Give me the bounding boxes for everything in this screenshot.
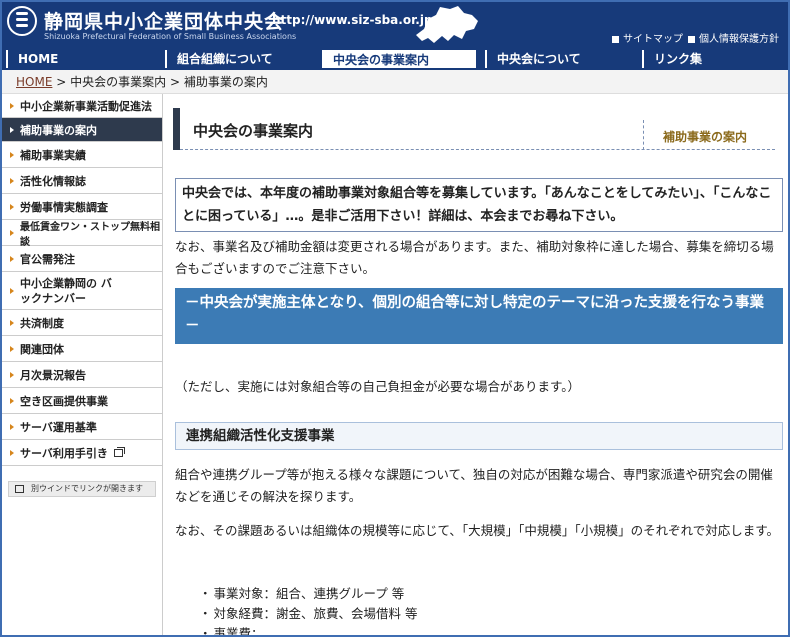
sidebar-item-label: 中小企業新事業活動促進法	[20, 99, 152, 113]
new-window-icon	[113, 446, 125, 457]
site-url: http://www.siz-sba.or.jp/	[272, 13, 437, 27]
sidebar-item-vacant-lots[interactable]: 空き区画提供事業	[2, 388, 162, 414]
recruitment-notice: 中央会では、本年度の補助事業対象組合等を募集しています。「あんなことをしてみたい…	[175, 178, 783, 232]
tab-home[interactable]: HOME	[6, 50, 156, 68]
sidebar-item-backnumber[interactable]: 中小企業静岡の バックナンバー	[2, 272, 162, 310]
sidebar-item-label: 関連団体	[20, 342, 64, 356]
browser-viewport: 静岡県中小企業団体中央会 http://www.siz-sba.or.jp/ S…	[0, 0, 790, 637]
sidebar-item-label: 中小企業静岡の バックナンバー	[20, 276, 112, 305]
tab-union-organization[interactable]: 組合組織について	[165, 50, 313, 68]
sidebar-item-label: 活性化情報誌	[20, 174, 86, 188]
sidebar-item-labor-survey[interactable]: 労働事情実態調査	[2, 194, 162, 220]
section-paragraph-2: なお、その課題あるいは組織体の規模等に応じて、「大規模」「中規模」「小規模」のそ…	[175, 523, 780, 538]
sidebar: 中小企業新事業活動促進法 補助事業の案内 補助事業実績 活性化情報誌 労働事情実…	[2, 94, 163, 635]
heading-accent-bar	[173, 108, 180, 150]
page-title: 中央会の事業案内	[193, 122, 314, 140]
self-burden-caution: （ただし、実施には対象組合等の自己負担金が必要な場合があります。）	[175, 379, 581, 394]
site-header: 静岡県中小企業団体中央会 http://www.siz-sba.or.jp/ S…	[2, 2, 788, 47]
program-banner: －中央会が実施主体となり、個別の組合等に対し特定のテーマに沿った支援を行なう事業…	[175, 288, 783, 344]
sitemap-label: サイトマップ	[623, 34, 683, 45]
sidebar-item-related-orgs[interactable]: 関連団体	[2, 336, 162, 362]
tab-business-guide[interactable]: 中央会の事業案内	[322, 50, 476, 68]
main-content: 中央会の事業案内 補助事業の案内 中央会では、本年度の補助事業対象組合等を募集し…	[163, 94, 788, 635]
sidebar-item-server-standard[interactable]: サーバ運用基準	[2, 414, 162, 440]
sidebar-item-public-procurement[interactable]: 官公需発注	[2, 246, 162, 272]
tab-about-federation[interactable]: 中央会について	[485, 50, 633, 68]
section-paragraph-1: 組合や連携グループ等が抱える様々な課題について、独自の対応が困難な場合、専門家派…	[175, 467, 773, 504]
privacy-policy-link[interactable]: 個人情報保護方針	[688, 30, 779, 45]
square-bullet-icon	[612, 35, 619, 43]
breadcrumb-current: 補助事業の案内	[183, 75, 268, 89]
sidebar-item-label: サーバ利用手引き	[20, 446, 108, 460]
global-nav: HOME 組合組織について 中央会の事業案内 中央会について リンク集	[2, 47, 788, 70]
sidebar-item-label: 官公需発注	[20, 252, 75, 266]
federation-logo-icon[interactable]	[7, 6, 37, 36]
sidebar-item-monthly-report[interactable]: 月次景況報告	[2, 362, 162, 388]
breadcrumb-home-link[interactable]: HOME	[16, 75, 52, 89]
breadcrumb-separator: >	[56, 75, 67, 89]
new-window-note-text: 別ウインドでリンクが開きます	[31, 484, 143, 493]
section-heading: 連携組織活性化支援事業	[175, 422, 783, 450]
sidebar-item-subsidy-guide[interactable]: 補助事業の案内	[2, 118, 162, 142]
sidebar-item-label: 空き区画提供事業	[20, 394, 108, 408]
list-item: 事業費：	[199, 624, 418, 635]
heading-divider	[643, 120, 644, 150]
list-item: 対象経費：謝金、旅費、会場借料 等	[199, 604, 418, 624]
list-item: 事業対象：組合、連携グループ 等	[199, 584, 418, 604]
shizuoka-map-icon	[416, 6, 478, 43]
new-window-icon	[15, 485, 24, 493]
sidebar-item-min-wage[interactable]: 最低賃金ワン・ストップ無料相談	[2, 220, 162, 248]
sidebar-item-label: 月次景況報告	[20, 368, 86, 382]
heading-underline	[180, 149, 775, 150]
privacy-policy-label: 個人情報保護方針	[699, 34, 779, 45]
sidebar-item-subsidy-results[interactable]: 補助事業実績	[2, 142, 162, 168]
tab-links[interactable]: リンク集	[642, 50, 788, 68]
sidebar-item-label: 補助事業の案内	[20, 123, 97, 137]
sidebar-item-label: 労働事情実態調査	[20, 200, 108, 214]
page-subtitle: 補助事業の案内	[663, 130, 748, 144]
sidebar-item-magazine[interactable]: 活性化情報誌	[2, 168, 162, 194]
sidebar-item-label: 共済制度	[20, 316, 64, 330]
sidebar-item-label: 補助事業実績	[20, 148, 86, 162]
sidebar-item-server-guide[interactable]: サーバ利用手引き	[2, 440, 162, 466]
page-heading: 中央会の事業案内 補助事業の案内	[173, 108, 775, 150]
breadcrumb: HOME > 中央会の事業案内 > 補助事業の案内	[2, 70, 788, 94]
details-list: 事業対象：組合、連携グループ 等 対象経費：謝金、旅費、会場借料 等 事業費：	[199, 584, 418, 635]
breadcrumb-separator: >	[169, 75, 181, 89]
sidebar-item-new-business-act[interactable]: 中小企業新事業活動促進法	[2, 94, 162, 118]
site-subtitle: Shizuoka Prefectural Federation of Small…	[44, 32, 297, 41]
square-bullet-icon	[688, 35, 695, 43]
new-window-note: 別ウインドでリンクが開きます	[8, 481, 156, 497]
breadcrumb-item[interactable]: 中央会の事業案内	[70, 75, 166, 89]
sidebar-item-mutual-aid[interactable]: 共済制度	[2, 310, 162, 336]
site-title[interactable]: 静岡県中小企業団体中央会	[44, 7, 284, 34]
sitemap-link[interactable]: サイトマップ	[612, 30, 683, 45]
sidebar-item-label: 最低賃金ワン・ストップ無料相談	[20, 221, 160, 248]
sidebar-item-label: サーバ運用基準	[20, 420, 97, 434]
change-note: なお、事業名及び補助金額は変更される場合があります。また、補助対象枠に達した場合…	[175, 239, 774, 276]
